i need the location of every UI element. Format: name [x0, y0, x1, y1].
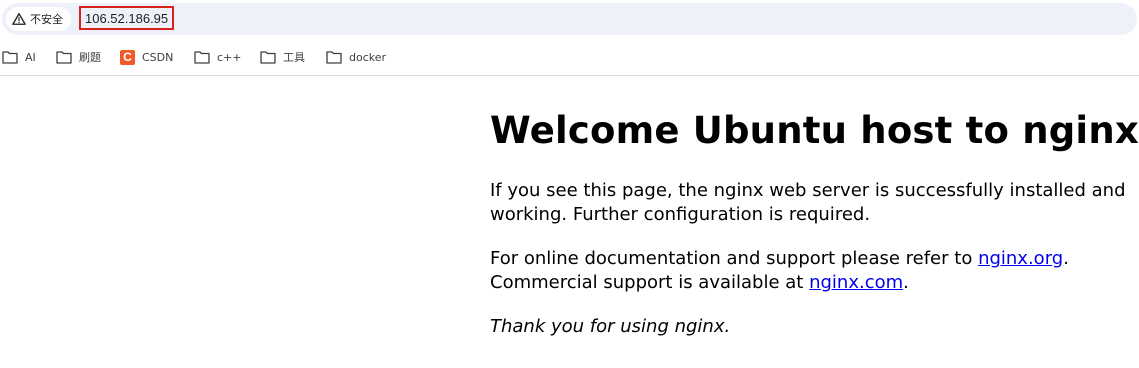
security-label: 不安全 [30, 13, 63, 26]
bookmark-docker[interactable]: docker [326, 48, 386, 66]
thank-you-text: Thank you for using nginx. [490, 316, 731, 337]
address-bar[interactable]: 不安全 106.52.186.95 [2, 3, 1137, 35]
bookmark-csdn[interactable]: C CSDN [120, 48, 173, 66]
intro-paragraph: If you see this page, the nginx web serv… [490, 180, 1126, 225]
page-title: Welcome Ubuntu host to nginx! [490, 109, 1139, 152]
commercial-text: Commercial support is available at [490, 272, 810, 293]
folder-icon [2, 51, 18, 64]
nginx-com-link[interactable]: nginx.com [809, 272, 903, 293]
browser-toolbar: 不安全 106.52.186.95 [0, 0, 1139, 38]
security-indicator[interactable]: 不安全 [6, 7, 71, 31]
bookmark-label: CSDN [142, 50, 174, 64]
nginx-org-link[interactable]: nginx.org [978, 248, 1063, 269]
folder-icon [56, 51, 72, 64]
bookmark-shuati[interactable]: 刷题 [56, 48, 101, 66]
warning-icon [12, 13, 26, 25]
bookmark-label: 工具 [283, 51, 305, 64]
bookmark-label: c++ [217, 50, 242, 64]
csdn-icon: C [120, 49, 135, 65]
folder-icon [326, 51, 342, 64]
bookmark-label: AI [25, 50, 36, 64]
period: . [903, 272, 909, 293]
documentation-text: For online documentation and support ple… [490, 248, 979, 269]
bookmarks-bar: AI 刷题 C CSDN c++ 工具 docker [0, 38, 1139, 76]
folder-icon [194, 51, 210, 64]
bookmark-tools[interactable]: 工具 [260, 48, 305, 66]
period: . [1063, 248, 1069, 269]
bookmark-cpp[interactable]: c++ [194, 48, 241, 66]
documentation-paragraph: For online documentation and support ple… [490, 247, 1130, 295]
bookmark-label: docker [349, 50, 387, 64]
bookmark-label: 刷题 [79, 51, 101, 64]
url-input[interactable]: 106.52.186.95 [79, 6, 175, 30]
bookmark-ai[interactable]: AI [2, 48, 36, 66]
folder-icon [260, 51, 276, 64]
